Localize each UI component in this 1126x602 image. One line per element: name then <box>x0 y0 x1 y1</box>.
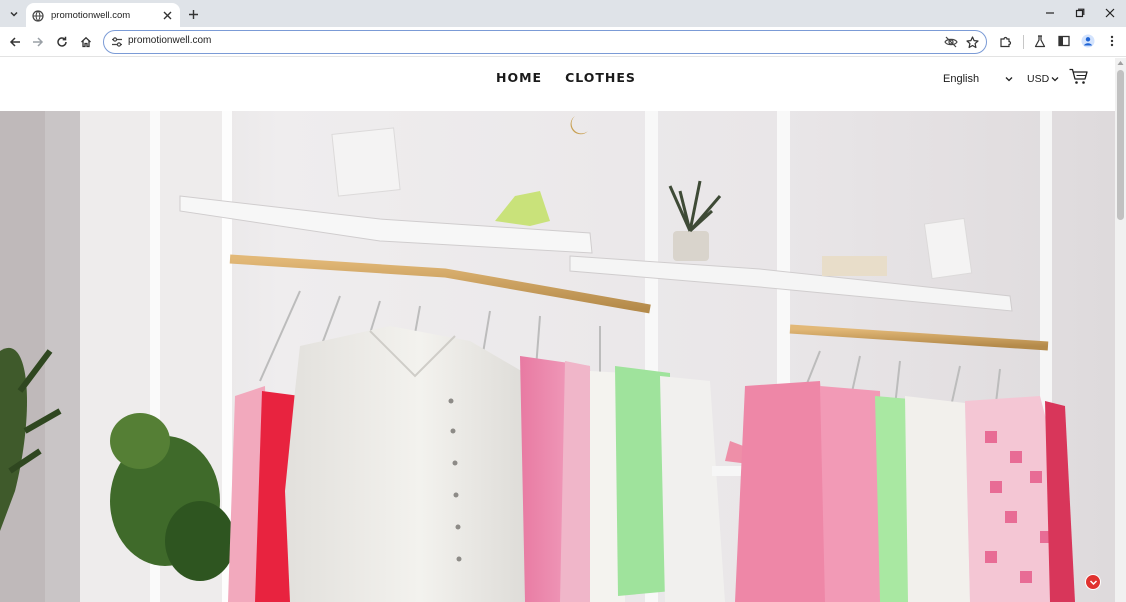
cart-icon[interactable] <box>1069 68 1088 85</box>
browser-toolbar: promotionwell.com <box>0 27 1126 57</box>
minimize-icon[interactable] <box>1040 4 1060 22</box>
language-value: English <box>943 73 980 85</box>
eye-off-icon[interactable] <box>944 35 958 49</box>
puzzle-icon[interactable] <box>996 32 1014 50</box>
tune-icon[interactable] <box>110 35 124 49</box>
tab-strip: promotionwell.com <box>0 0 1126 27</box>
reload-icon[interactable] <box>52 32 72 52</box>
currency-value: USD <box>1027 73 1050 85</box>
clothing-store-photo <box>0 111 1115 602</box>
scroll-up-icon[interactable] <box>1117 60 1124 66</box>
star-icon[interactable] <box>965 35 979 49</box>
scrollbar-thumb[interactable] <box>1117 70 1124 220</box>
tab-list-chevron-down-icon[interactable] <box>5 5 23 23</box>
chevron-down-icon <box>1005 73 1013 85</box>
restore-icon[interactable] <box>1070 4 1090 22</box>
close-window-icon[interactable] <box>1100 4 1120 22</box>
toolbar-divider <box>1023 35 1024 49</box>
chat-icon[interactable] <box>1085 574 1101 590</box>
browser-tab[interactable]: promotionwell.com <box>26 3 180 27</box>
tab-title: promotionwell.com <box>51 9 131 21</box>
flask-icon[interactable] <box>1031 32 1049 50</box>
kebab-menu-icon[interactable] <box>1103 32 1121 50</box>
address-bar[interactable]: promotionwell.com <box>103 30 987 54</box>
nav-home-link[interactable]: HOME <box>496 70 542 85</box>
side-panel-icon[interactable] <box>1055 32 1073 50</box>
globe-icon <box>32 9 44 22</box>
language-selector[interactable]: English <box>943 71 1013 87</box>
avatar-icon[interactable] <box>1079 32 1097 50</box>
close-icon[interactable] <box>160 8 174 22</box>
back-arrow-left-icon[interactable] <box>5 32 25 52</box>
forward-arrow-right-icon[interactable] <box>28 32 48 52</box>
page-scrollbar[interactable] <box>1115 58 1126 602</box>
url-text: promotionwell.com <box>128 35 212 46</box>
hero-banner-image <box>0 111 1115 602</box>
currency-selector[interactable]: USD <box>1027 71 1059 87</box>
site-header: HOME CLOTHES English USD <box>0 58 1115 111</box>
main-nav: HOME CLOTHES <box>496 70 636 85</box>
home-icon[interactable] <box>76 32 96 52</box>
new-tab-plus-icon[interactable] <box>184 5 202 23</box>
nav-clothes-link[interactable]: CLOTHES <box>565 70 636 85</box>
chevron-down-icon <box>1051 73 1059 85</box>
page-viewport: HOME CLOTHES English USD <box>0 58 1126 602</box>
